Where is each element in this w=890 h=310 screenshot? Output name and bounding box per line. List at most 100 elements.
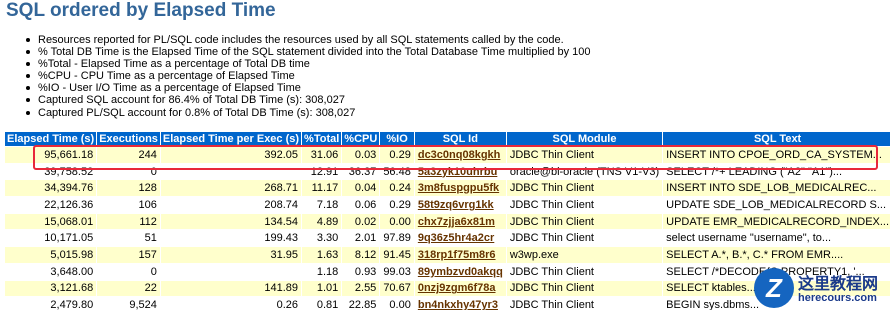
note-item: Captured PL/SQL account for 0.8% of Tota… [26, 107, 591, 119]
col-header-elapsed-per-exec[interactable]: Elapsed Time per Exec (s) [160, 132, 302, 146]
cell-elapsed-per-exec: 268.71 [160, 180, 302, 197]
cell-pct-io: 97.89 [380, 230, 414, 247]
sql-id-link[interactable]: 9q36z5hr4a2cr [418, 232, 494, 244]
cell-pct-cpu: 2.55 [342, 280, 380, 297]
sql-id-link[interactable]: 58t9zq6vrg1kk [418, 199, 494, 211]
page-title: SQL ordered by Elapsed Time [6, 0, 276, 21]
cell-sql-module: JDBC Thin Client [506, 263, 663, 280]
note-item: %CPU - CPU Time as a percentage of Elaps… [26, 70, 591, 82]
col-header-pct-total[interactable]: %Total [302, 132, 342, 146]
cell-sql-id: 0nzj9zgm6f78a [414, 280, 506, 297]
notes-list: Resources reported for PL/SQL code inclu… [26, 34, 591, 119]
cell-pct-io: 0.00 [380, 213, 414, 230]
cell-pct-io: 0.24 [380, 180, 414, 197]
cell-sql-id: 3m8fuspgpu5fk [414, 180, 506, 197]
cell-elapsed-per-exec: 31.95 [160, 247, 302, 263]
cell-sql-id: dc3c0nq08kgkh [414, 147, 506, 163]
cell-sql-text: INSERT INTO SDE_LOB_MEDICALREC... [663, 180, 890, 197]
table-row: 39,758.52 0 12.91 36.37 56.48 5a3zyk10uhrbu or… [5, 163, 890, 180]
cell-elapsed-time: 10,171.05 [5, 230, 97, 247]
table-row: 15,068.01 112 134.54 4.89 0.02 0.00 chx7zjja6x… [5, 213, 890, 230]
cell-pct-total: 12.91 [302, 163, 342, 180]
cell-sql-text: INSERT INTO CPOE_ORD_CA_SYSTEM... [663, 147, 890, 163]
cell-executions: 22 [97, 280, 160, 297]
sql-id-link[interactable]: chx7zjja6x81m [418, 216, 495, 228]
col-header-elapsed-time[interactable]: Elapsed Time (s) [5, 132, 97, 146]
cell-executions: 112 [97, 213, 160, 230]
cell-sql-module: JDBC Thin Client [506, 197, 663, 213]
col-header-pct-cpu[interactable]: %CPU [342, 132, 380, 146]
cell-pct-io: 99.03 [380, 263, 414, 280]
cell-sql-id: 9q36z5hr4a2cr [414, 230, 506, 247]
cell-sql-module: JDBC Thin Client [506, 147, 663, 163]
cell-elapsed-per-exec: 0.26 [160, 297, 302, 310]
cell-pct-total: 7.18 [302, 197, 342, 213]
cell-elapsed-time: 3,648.00 [5, 263, 97, 280]
cell-sql-module: w3wp.exe [506, 247, 663, 263]
cell-elapsed-per-exec: 141.89 [160, 280, 302, 297]
cell-pct-cpu: 22.85 [342, 297, 380, 310]
cell-pct-total: 1.18 [302, 263, 342, 280]
table-row: 95,661.18 244 392.05 31.06 0.03 0.29 dc3c0nq08… [5, 147, 890, 163]
cell-sql-id: 318rp1f75m8r6 [414, 247, 506, 263]
cell-sql-text: select username "username", to... [663, 230, 890, 247]
cell-sql-id: 58t9zq6vrg1kk [414, 197, 506, 213]
col-header-executions[interactable]: Executions [97, 132, 160, 146]
cell-sql-id: chx7zjja6x81m [414, 213, 506, 230]
cell-elapsed-time: 5,015.98 [5, 247, 97, 263]
sql-id-link[interactable]: 5a3zyk10uhrbu [418, 166, 497, 178]
table-header-row: Elapsed Time (s) Executions Elapsed Time… [5, 132, 890, 146]
note-item: Resources reported for PL/SQL code inclu… [26, 34, 591, 46]
col-header-sql-module[interactable]: SQL Module [506, 132, 663, 146]
cell-executions: 0 [97, 263, 160, 280]
cell-elapsed-per-exec: 392.05 [160, 147, 302, 163]
cell-elapsed-time: 15,068.01 [5, 213, 97, 230]
cell-pct-total: 4.89 [302, 213, 342, 230]
cell-elapsed-time: 2,479.80 [5, 297, 97, 310]
cell-executions: 244 [97, 147, 160, 163]
cell-executions: 9,524 [97, 297, 160, 310]
cell-executions: 157 [97, 247, 160, 263]
cell-sql-module: JDBC Thin Client [506, 180, 663, 197]
sql-id-link[interactable]: 89ymbzvd0akqq [418, 266, 503, 278]
cell-pct-total: 31.06 [302, 147, 342, 163]
sql-id-link[interactable]: 318rp1f75m8r6 [418, 249, 496, 261]
cell-pct-cpu: 0.03 [342, 147, 380, 163]
cell-executions: 128 [97, 180, 160, 197]
cell-elapsed-time: 34,394.76 [5, 180, 97, 197]
cell-sql-id: 89ymbzvd0akqq [414, 263, 506, 280]
table-row: 22,126.36 106 208.74 7.18 0.06 0.29 58t9zq6vrg… [5, 197, 890, 213]
cell-sql-text: SELECT /*+ LEADING ("A2" "A1")... [663, 163, 890, 180]
col-header-sql-text[interactable]: SQL Text [663, 132, 890, 146]
sql-id-link[interactable]: bn4nkxhy47yr3 [418, 299, 498, 310]
cell-pct-total: 3.30 [302, 230, 342, 247]
sql-id-link[interactable]: 3m8fuspgpu5fk [418, 182, 499, 194]
cell-pct-io: 91.45 [380, 247, 414, 263]
sql-id-link[interactable]: 0nzj9zgm6f78a [418, 282, 496, 294]
cell-pct-cpu: 2.01 [342, 230, 380, 247]
cell-elapsed-per-exec: 208.74 [160, 197, 302, 213]
cell-pct-io: 56.48 [380, 163, 414, 180]
cell-pct-io: 70.67 [380, 280, 414, 297]
cell-elapsed-per-exec [160, 163, 302, 180]
cell-elapsed-time: 39,758.52 [5, 163, 97, 180]
cell-sql-module: JDBC Thin Client [506, 213, 663, 230]
cell-pct-total: 0.81 [302, 297, 342, 310]
watermark-logo: Z 这里教程网 herecours.com [754, 268, 890, 310]
cell-elapsed-time: 95,661.18 [5, 147, 97, 163]
col-header-pct-io[interactable]: %IO [380, 132, 414, 146]
cell-sql-module: JDBC Thin Client [506, 230, 663, 247]
cell-pct-io: 0.29 [380, 147, 414, 163]
cell-pct-total: 1.01 [302, 280, 342, 297]
cell-elapsed-time: 3,121.68 [5, 280, 97, 297]
note-item: Captured SQL account for 86.4% of Total … [26, 94, 591, 106]
cell-sql-id: bn4nkxhy47yr3 [414, 297, 506, 310]
table-row: 34,394.76 128 268.71 11.17 0.04 0.24 3m8fuspgp… [5, 180, 890, 197]
cell-pct-cpu: 0.02 [342, 213, 380, 230]
sql-id-link[interactable]: dc3c0nq08kgkh [418, 149, 501, 161]
cell-elapsed-per-exec: 199.43 [160, 230, 302, 247]
col-header-sql-id[interactable]: SQL Id [414, 132, 506, 146]
cell-pct-io: 0.00 [380, 297, 414, 310]
cell-elapsed-time: 22,126.36 [5, 197, 97, 213]
watermark-icon: Z [754, 268, 794, 308]
